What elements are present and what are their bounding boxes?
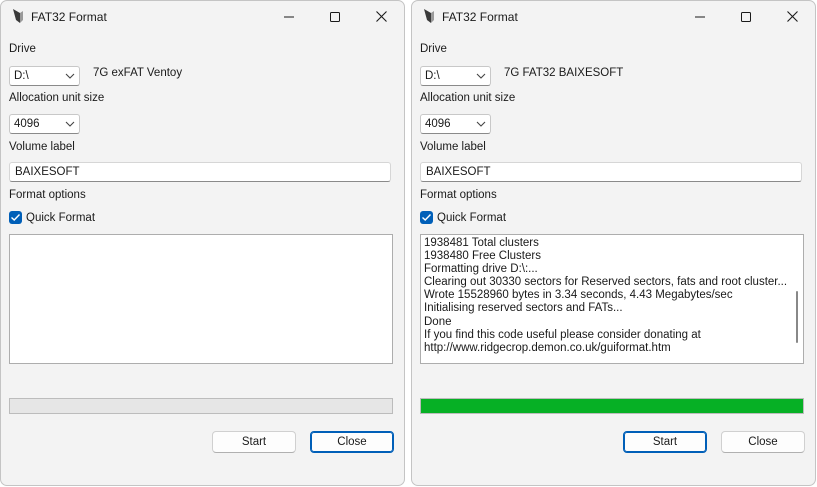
quick-format-label[interactable]: Quick Format [437, 212, 506, 224]
allocation-unit-size-value: 4096 [425, 118, 451, 130]
start-button[interactable]: Start [212, 431, 296, 453]
progress-bar [9, 398, 393, 414]
progress-bar [420, 398, 804, 414]
log-line: Wrote 15528960 bytes in 3.34 seconds, 4.… [424, 289, 733, 302]
log-lines: 1938481 Total clusters 1938480 Free Clust… [424, 237, 789, 355]
volume-label-input[interactable]: BAIXESOFT [9, 162, 391, 182]
chevron-down-icon [65, 73, 75, 79]
chevron-down-icon [476, 121, 486, 127]
minimize-button[interactable] [677, 1, 723, 32]
allocation-unit-size-label: Allocation unit size [420, 92, 516, 104]
drive-select-value: D:\ [425, 70, 440, 82]
quick-format-checkbox[interactable] [420, 211, 433, 224]
drive-select-value: D:\ [14, 70, 29, 82]
quick-format-checkbox[interactable] [9, 211, 22, 224]
desktop: FAT32 Format Drive D:\ 7G exFAT Ventoy A… [0, 0, 817, 487]
log-line: Done [424, 315, 452, 328]
volume-label-input[interactable]: BAIXESOFT [420, 162, 802, 182]
close-window-button[interactable] [769, 1, 815, 32]
drive-select[interactable]: D:\ [9, 66, 80, 86]
progress-fill [421, 399, 803, 413]
drive-info: 7G exFAT Ventoy [93, 67, 183, 79]
checkmark-icon [422, 214, 432, 221]
fat32-format-window-right: FAT32 Format Drive D:\ 7G FAT32 BAIXESOF… [411, 0, 816, 486]
window-title: FAT32 Format [31, 10, 107, 24]
log-line: 1938480 Free Clusters [424, 250, 541, 263]
drive-info: 7G FAT32 BAIXESOFT [504, 67, 624, 79]
format-options-label: Format options [420, 189, 497, 201]
minimize-icon [695, 16, 705, 17]
close-window-button[interactable] [358, 1, 404, 32]
checkmark-icon [11, 214, 21, 221]
window-title: FAT32 Format [442, 10, 518, 24]
app-icon [422, 8, 436, 24]
scrollbar-thumb[interactable] [796, 291, 798, 343]
log-line: Initialising reserved sectors and FATs..… [424, 302, 623, 315]
drive-label: Drive [420, 43, 447, 55]
allocation-unit-size-select[interactable]: 4096 [9, 114, 80, 134]
chevron-down-icon [65, 121, 75, 127]
volume-label-label: Volume label [420, 141, 486, 153]
maximize-icon [330, 11, 340, 22]
volume-label-value: BAIXESOFT [426, 166, 491, 178]
log-line: 1938481 Total clusters [424, 237, 539, 249]
log-output[interactable]: 1938481 Total clusters 1938480 Free Clust… [420, 234, 804, 364]
maximize-button[interactable] [723, 1, 769, 32]
fat32-format-window-left: FAT32 Format Drive D:\ 7G exFAT Ventoy A… [0, 0, 405, 486]
close-icon [786, 11, 798, 22]
minimize-icon [284, 16, 294, 17]
format-options-label: Format options [9, 189, 86, 201]
log-line: If you find this code useful please cons… [424, 328, 701, 341]
allocation-unit-size-value: 4096 [14, 118, 40, 130]
quick-format-label[interactable]: Quick Format [26, 212, 95, 224]
minimize-button[interactable] [266, 1, 312, 32]
allocation-unit-size-label: Allocation unit size [9, 92, 105, 104]
close-button[interactable]: Close [310, 431, 394, 453]
log-output[interactable] [9, 234, 393, 364]
volume-label-label: Volume label [9, 141, 75, 153]
log-scrollbar[interactable] [791, 235, 803, 363]
log-line: Clearing out 30330 sectors for Reserved … [424, 276, 788, 289]
volume-label-value: BAIXESOFT [15, 166, 80, 178]
title-bar[interactable]: FAT32 Format [1, 1, 404, 32]
start-button[interactable]: Start [623, 431, 707, 453]
log-line: Formatting drive D:\:... [424, 263, 538, 276]
app-icon [11, 8, 25, 24]
drive-label: Drive [9, 43, 36, 55]
close-button[interactable]: Close [721, 431, 805, 453]
maximize-button[interactable] [312, 1, 358, 32]
log-line: http://www.ridgecrop.demon.co.uk/guiform… [424, 341, 671, 354]
close-icon [375, 11, 387, 22]
allocation-unit-size-select[interactable]: 4096 [420, 114, 491, 134]
title-bar[interactable]: FAT32 Format [412, 1, 815, 32]
drive-select[interactable]: D:\ [420, 66, 491, 86]
chevron-down-icon [476, 73, 486, 79]
maximize-icon [741, 11, 751, 22]
